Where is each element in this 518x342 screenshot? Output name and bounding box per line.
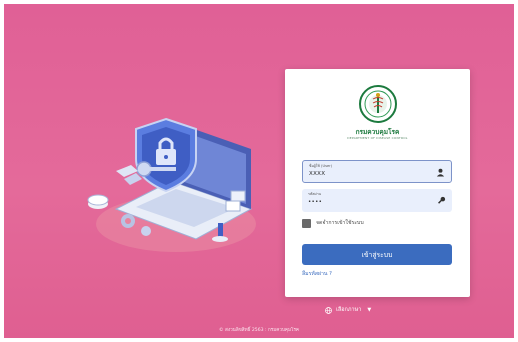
department-logo	[359, 85, 397, 123]
security-illustration-icon	[87, 117, 256, 252]
chevron-down-icon: ▼	[367, 307, 372, 313]
password-input[interactable]: ••••	[308, 199, 322, 205]
user-icon	[436, 168, 445, 177]
login-card: กรมควบคุมโรค DEPARTMENT OF DISEASE CONTR…	[285, 69, 470, 297]
login-button[interactable]: เข้าสู่ระบบ	[302, 244, 452, 265]
password-label: รหัสผ่าน	[308, 192, 322, 196]
login-page: กรมควบคุมโรค DEPARTMENT OF DISEASE CONTR…	[4, 4, 514, 338]
department-name-en: DEPARTMENT OF DISEASE CONTROL	[347, 136, 408, 140]
remember-me[interactable]: จดจำการเข้าใช้ระบบ	[302, 218, 364, 228]
globe-icon	[325, 306, 332, 314]
remember-checkbox[interactable]	[302, 218, 311, 228]
key-icon	[438, 196, 446, 204]
username-input[interactable]: XXXX	[309, 171, 325, 177]
caduceus-icon	[364, 90, 392, 118]
language-label: เลือกภาษา	[336, 307, 362, 313]
remember-label: จดจำการเข้าใช้ระบบ	[316, 220, 364, 226]
forgot-password-link[interactable]: ลืมรหัสผ่าน ?	[302, 270, 332, 278]
password-field[interactable]: รหัสผ่าน ••••	[302, 189, 452, 212]
language-selector[interactable]: เลือกภาษา ▼	[325, 306, 371, 314]
username-field[interactable]: ชื่อผู้ใช้ (User) XXXX	[302, 160, 452, 183]
copyright-footer: © สงวนลิขสิทธิ์ 2563 : กรมควบคุมโรค	[219, 328, 299, 333]
username-label: ชื่อผู้ใช้ (User)	[309, 164, 333, 168]
